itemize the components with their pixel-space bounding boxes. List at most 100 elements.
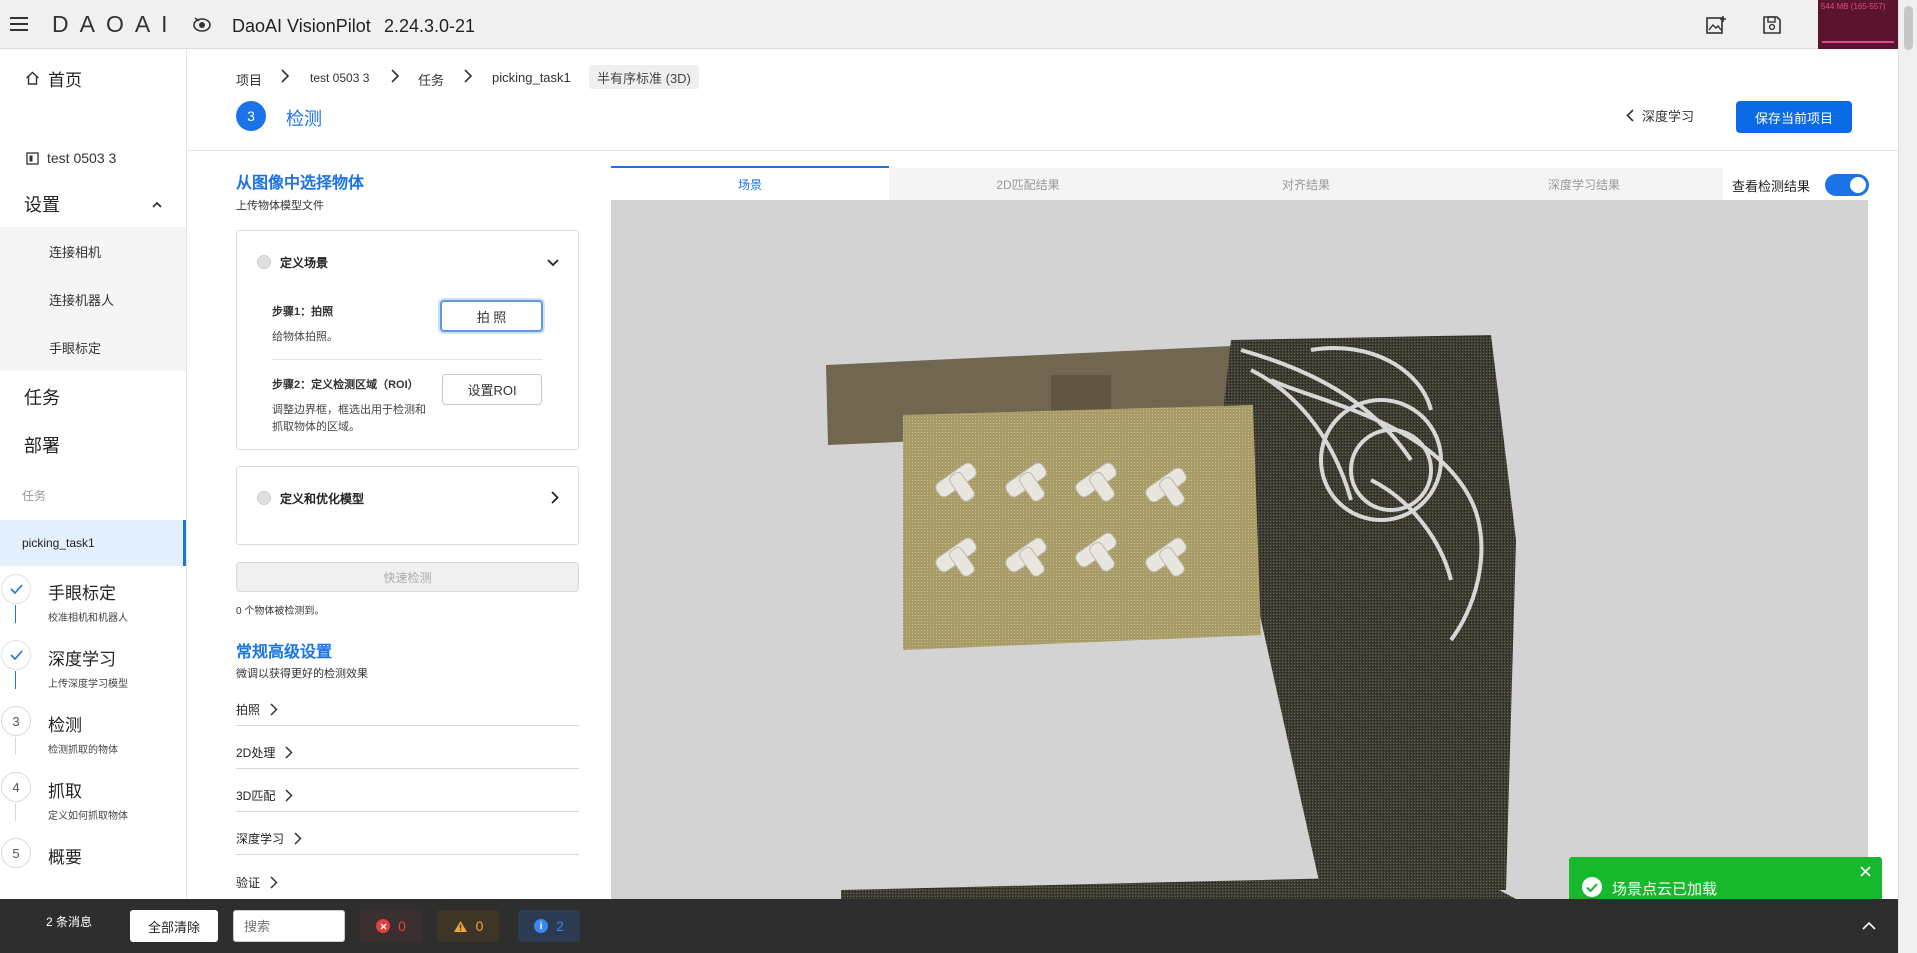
advanced-row-3d[interactable]: 3D匹配 <box>236 780 579 812</box>
advanced-row-label: 拍照 <box>236 703 261 717</box>
chevron-left-icon <box>1626 109 1634 122</box>
sidebar-item-settings[interactable]: 设置 <box>0 191 186 217</box>
tab-dl-result[interactable]: 深度学习结果 <box>1445 168 1723 200</box>
advanced-row-capture[interactable]: 拍照 <box>236 694 579 726</box>
memory-text: 544 MB (165-557) <box>1821 2 1886 11</box>
close-icon[interactable] <box>1860 866 1871 877</box>
breadcrumb-item[interactable]: 任务 <box>418 70 444 89</box>
step-circle-4[interactable]: 4 <box>1 772 31 802</box>
info-icon: i <box>534 919 549 933</box>
step-circle-5[interactable]: 5 <box>1 838 31 868</box>
step-desc: 校准相机和机器人 <box>48 613 128 624</box>
sidebar-item-deploy[interactable]: 部署 <box>0 432 186 458</box>
sidebar-item-tasks[interactable]: 任务 <box>0 384 186 410</box>
warning-filter-button[interactable]: 0 <box>437 910 499 942</box>
step-connector <box>15 737 16 755</box>
point-cloud-viewer[interactable] <box>611 200 1868 899</box>
step-title[interactable]: 检测 <box>48 711 82 736</box>
step-done-circle[interactable] <box>1 640 31 670</box>
step-title[interactable]: 深度学习 <box>48 645 116 670</box>
project-icon <box>26 151 39 165</box>
step-title[interactable]: 抓取 <box>48 777 82 802</box>
step-desc: 定义如何抓取物体 <box>48 811 128 822</box>
set-roi-button[interactable]: 设置ROI <box>442 374 542 405</box>
view-results-toggle[interactable] <box>1825 174 1869 196</box>
chevron-right-icon <box>463 66 473 86</box>
define-model-card[interactable]: 定义和优化模型 <box>236 466 579 545</box>
step-title[interactable]: 概要 <box>48 843 82 868</box>
advanced-row-dl[interactable]: 深度学习 <box>236 823 579 855</box>
clear-all-button[interactable]: 全部清除 <box>130 910 218 942</box>
step-done-circle[interactable] <box>1 574 31 604</box>
vertical-scrollbar[interactable] <box>1898 0 1917 953</box>
info-count: 2 <box>556 918 564 934</box>
advanced-row-verify[interactable]: 验证 <box>236 866 579 898</box>
define-model-title: 定义和优化模型 <box>280 492 365 506</box>
add-image-icon[interactable] <box>1706 15 1728 35</box>
sidebar-item-connect-robot[interactable]: 连接机器人 <box>0 285 186 313</box>
checkmark-icon <box>9 584 23 594</box>
step2-title: 步骤2：定义检测区域（ROI） <box>272 379 419 391</box>
step-circle-3[interactable]: 3 <box>1 706 31 736</box>
current-task-label: picking_task1 <box>22 536 95 550</box>
detected-count: 0 个物体被检测到。 <box>236 606 325 617</box>
memory-monitor: 544 MB (165-557) <box>1818 0 1898 49</box>
breadcrumb-item[interactable]: 项目 <box>236 70 262 89</box>
point-cloud-scene <box>826 335 1516 899</box>
chevron-right-icon <box>551 491 559 504</box>
save-icon[interactable] <box>1762 15 1782 35</box>
sidebar-settings-label: 设置 <box>24 195 60 215</box>
page-title: 检测 <box>286 109 322 129</box>
chevron-right-icon <box>294 832 302 845</box>
breadcrumb-item[interactable]: test 0503 3 <box>310 71 369 85</box>
breadcrumb-item[interactable]: picking_task1 <box>492 70 571 85</box>
save-project-button[interactable]: 保存当前项目 <box>1736 101 1852 133</box>
message-bar: 2 条消息 全部清除 0 0 i 2 <box>0 899 1898 953</box>
info-filter-button[interactable]: i 2 <box>518 910 580 942</box>
advanced-row-label: 2D处理 <box>236 746 276 760</box>
sidebar-item-connect-camera[interactable]: 连接相机 <box>0 237 186 265</box>
chevron-right-icon <box>390 66 400 86</box>
chevron-right-icon <box>270 703 278 716</box>
step-connector <box>15 671 16 689</box>
advanced-row-label: 3D匹配 <box>236 789 276 803</box>
hamburger-menu-icon[interactable] <box>10 16 28 32</box>
step1-desc: 给物体拍照。 <box>272 331 338 343</box>
chevron-up-icon[interactable] <box>1862 921 1876 930</box>
error-filter-button[interactable]: 0 <box>360 910 422 942</box>
toast-message: 场景点云已加载 <box>1612 881 1718 898</box>
error-count: 0 <box>398 918 406 934</box>
eye-logo-icon <box>192 15 212 33</box>
home-icon <box>25 71 40 85</box>
message-count: 2 条消息 <box>46 915 93 929</box>
sidebar-sub-label: 连接相机 <box>49 244 102 260</box>
chevron-down-icon <box>547 259 559 267</box>
sidebar-sub-label: 手眼标定 <box>49 340 102 356</box>
task-type-badge: 半有序标准 (3D) <box>589 65 699 89</box>
advanced-subtitle: 微调以获得更好的检测效果 <box>236 668 368 680</box>
sidebar-item-hand-eye[interactable]: 手眼标定 <box>0 333 186 361</box>
sidebar-item-project[interactable]: test 0503 3 <box>0 146 186 170</box>
step-connector <box>15 803 16 821</box>
step-divider <box>272 359 542 360</box>
app-title: DaoAI VisionPilot <box>232 16 371 36</box>
tab-2d-match[interactable]: 2D匹配结果 <box>889 168 1167 200</box>
step-number-circle: 3 <box>236 101 266 131</box>
sidebar-sub-label: 连接机器人 <box>49 292 115 308</box>
panel-subtitle: 上传物体模型文件 <box>236 200 324 212</box>
sidebar-task-section: 任务 <box>0 486 186 504</box>
quick-detect-button[interactable]: 快速检测 <box>236 562 579 592</box>
tab-scene[interactable]: 场景 <box>611 166 889 200</box>
sidebar-item-home[interactable]: 首页 <box>0 65 186 91</box>
define-scene-header[interactable]: 定义场景 <box>237 231 578 291</box>
sidebar-item-current-task[interactable]: picking_task1 <box>0 520 186 566</box>
message-search-input[interactable] <box>233 910 345 942</box>
capture-button[interactable]: 拍 照 <box>440 300 543 332</box>
advanced-row-2d[interactable]: 2D处理 <box>236 737 579 769</box>
back-button[interactable]: 深度学习 <box>1626 106 1694 125</box>
step-title[interactable]: 手眼标定 <box>48 579 116 604</box>
tab-align[interactable]: 对齐结果 <box>1167 168 1445 200</box>
sidebar-project-label: test 0503 3 <box>47 150 117 166</box>
warning-icon <box>453 920 468 933</box>
chevron-right-icon <box>285 789 293 802</box>
